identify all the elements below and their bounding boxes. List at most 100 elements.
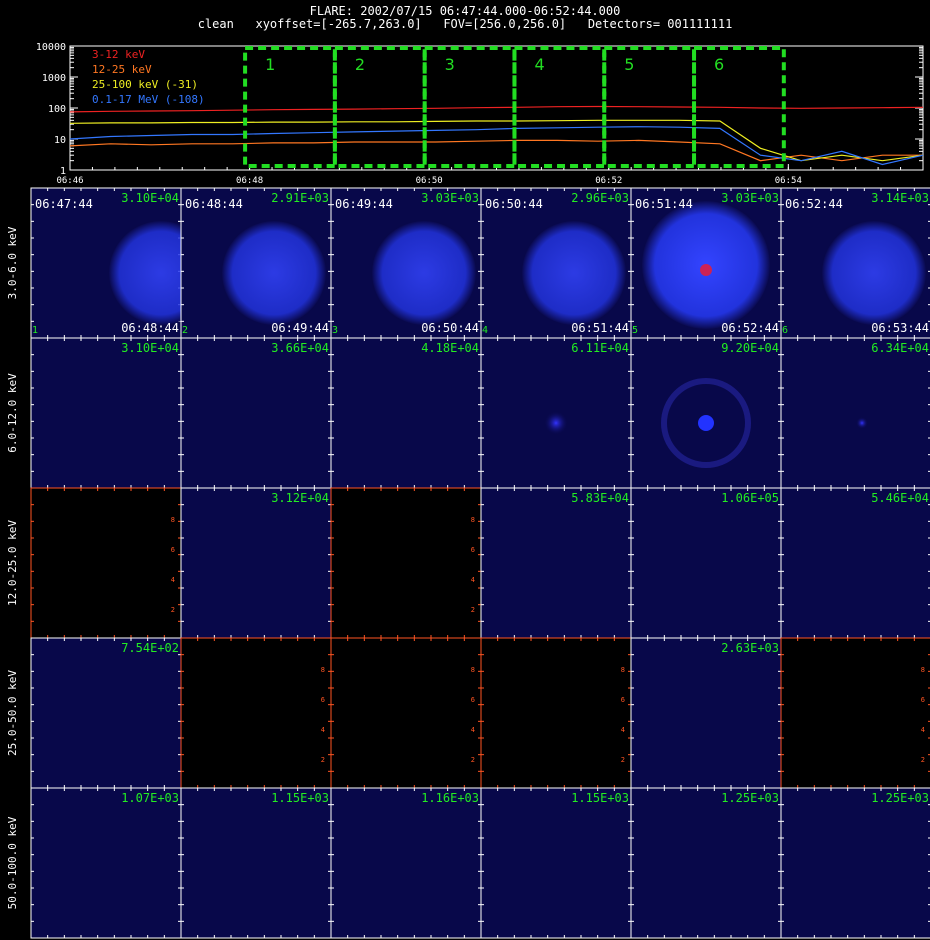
image-panel [480,487,632,639]
image-panel [330,637,482,789]
solar-source [642,201,770,329]
panel-end-time: 06:52:44 [721,321,779,335]
image-panel [780,487,930,639]
panel-start-time: 06:49:44 [335,197,393,211]
empty-axis-label: 4 [921,726,925,734]
time-box-label: 2 [355,55,365,74]
row-label: 3.0-6.0 keV [6,226,19,299]
panel-max-value: 6.34E+04 [871,341,929,355]
image-panel [630,337,782,489]
image-panel [480,187,632,339]
time-box-label: 3 [445,55,455,74]
empty-axis-label: 2 [171,606,175,614]
image-panel [780,337,930,489]
panel-max-value: 3.03E+03 [421,191,479,205]
image-panel [180,637,332,789]
panel-max-value: 3.10E+04 [121,191,179,205]
panel-max-value: 6.11E+04 [571,341,629,355]
empty-axis-label: 4 [471,576,475,584]
empty-axis-label: 8 [171,516,175,524]
panel-max-value: 1.15E+03 [271,791,329,805]
x-tick-label: 06:52 [595,176,622,186]
panel-max-value: 3.10E+04 [121,341,179,355]
row-label: 6.0-12.0 keV [6,373,19,453]
image-panel [480,637,632,789]
panel-max-value: 3.03E+03 [721,191,779,205]
empty-axis-label: 8 [471,666,475,674]
panel-max-value: 1.25E+03 [721,791,779,805]
image-panel [180,187,332,339]
x-tick-label: 06:54 [775,176,802,186]
y-tick-label: 100 [48,104,66,115]
empty-axis-label: 2 [921,756,925,764]
source-core [698,415,714,431]
empty-axis-label: 6 [171,546,175,554]
panel-max-value: 2.96E+03 [571,191,629,205]
legend-entry-2: 12-25 keV [92,63,152,76]
empty-axis-label: 8 [621,666,625,674]
legend-entry-4: 0.1-17 MeV (-108) [92,93,205,106]
panel-end-time: 06:53:44 [871,321,929,335]
solar-source [222,221,326,325]
image-panel [30,787,182,939]
panel-start-time: 06:50:44 [485,197,543,211]
panel-max-value: 5.46E+04 [871,491,929,505]
empty-axis-label: 6 [471,696,475,704]
panel-index: 5 [632,325,638,336]
empty-axis-label: 6 [321,696,325,704]
empty-axis-label: 2 [471,606,475,614]
panel-index: 6 [782,325,788,336]
x-tick-label: 06:46 [56,176,83,186]
panel-index: 1 [32,325,38,336]
x-tick-label: 06:50 [416,176,443,186]
y-tick-label: 1000 [42,73,66,84]
panel-max-value: 5.83E+04 [571,491,629,505]
image-panel [30,187,182,339]
image-panel [30,337,182,489]
empty-axis-label: 8 [471,516,475,524]
row-label: 12.0-25.0 keV [6,520,19,606]
image-panel [30,637,182,789]
panel-start-time: 06:48:44 [185,197,243,211]
image-panel [330,337,482,489]
row-label: 50.0-100.0 keV [6,816,19,909]
empty-axis-label: 8 [921,666,925,674]
time-box-label: 4 [534,55,544,74]
image-panel [180,337,332,489]
source-ring [661,378,751,468]
solar-source [109,221,213,325]
empty-axis-label: 2 [471,756,475,764]
source-core [544,411,568,435]
panel-max-value: 7.54E+02 [121,641,179,655]
panel-max-value: 1.06E+05 [721,491,779,505]
panel-max-value: 1.16E+03 [421,791,479,805]
plot-subtitle: clean xyoffset=[-265.7,263.0] FOV=[256.0… [197,17,733,31]
panel-start-time: 06:51:44 [635,197,693,211]
panel-max-value: 9.20E+04 [721,341,779,355]
bright-kernel [700,264,712,276]
panel-max-value: 1.07E+03 [121,791,179,805]
image-panel [480,337,632,489]
empty-axis-label: 4 [471,726,475,734]
y-tick-label: 10000 [36,42,66,53]
image-panel [330,787,482,939]
solar-source [522,221,626,325]
image-panel [480,787,632,939]
empty-axis-label: 4 [621,726,625,734]
series-line-1 [69,105,924,113]
panel-max-value: 4.18E+04 [421,341,479,355]
panel-end-time: 06:48:44 [121,321,179,335]
image-panel [630,187,782,339]
panel-max-value: 3.12E+04 [271,491,329,505]
image-panel [30,487,182,639]
empty-axis-label: 6 [471,546,475,554]
panel-max-value: 3.14E+03 [871,191,929,205]
panel-end-time: 06:51:44 [571,321,629,335]
image-panel [630,487,782,639]
image-panel [180,787,332,939]
panel-index: 4 [482,325,488,336]
lightcurve-chart: 1 10 100 1000 10000 06:46 06:48 06:50 06:52 06:54… [36,42,924,186]
empty-axis-label: 2 [621,756,625,764]
empty-axis-label: 8 [321,666,325,674]
row-label: 25.0-50.0 keV [6,670,19,756]
